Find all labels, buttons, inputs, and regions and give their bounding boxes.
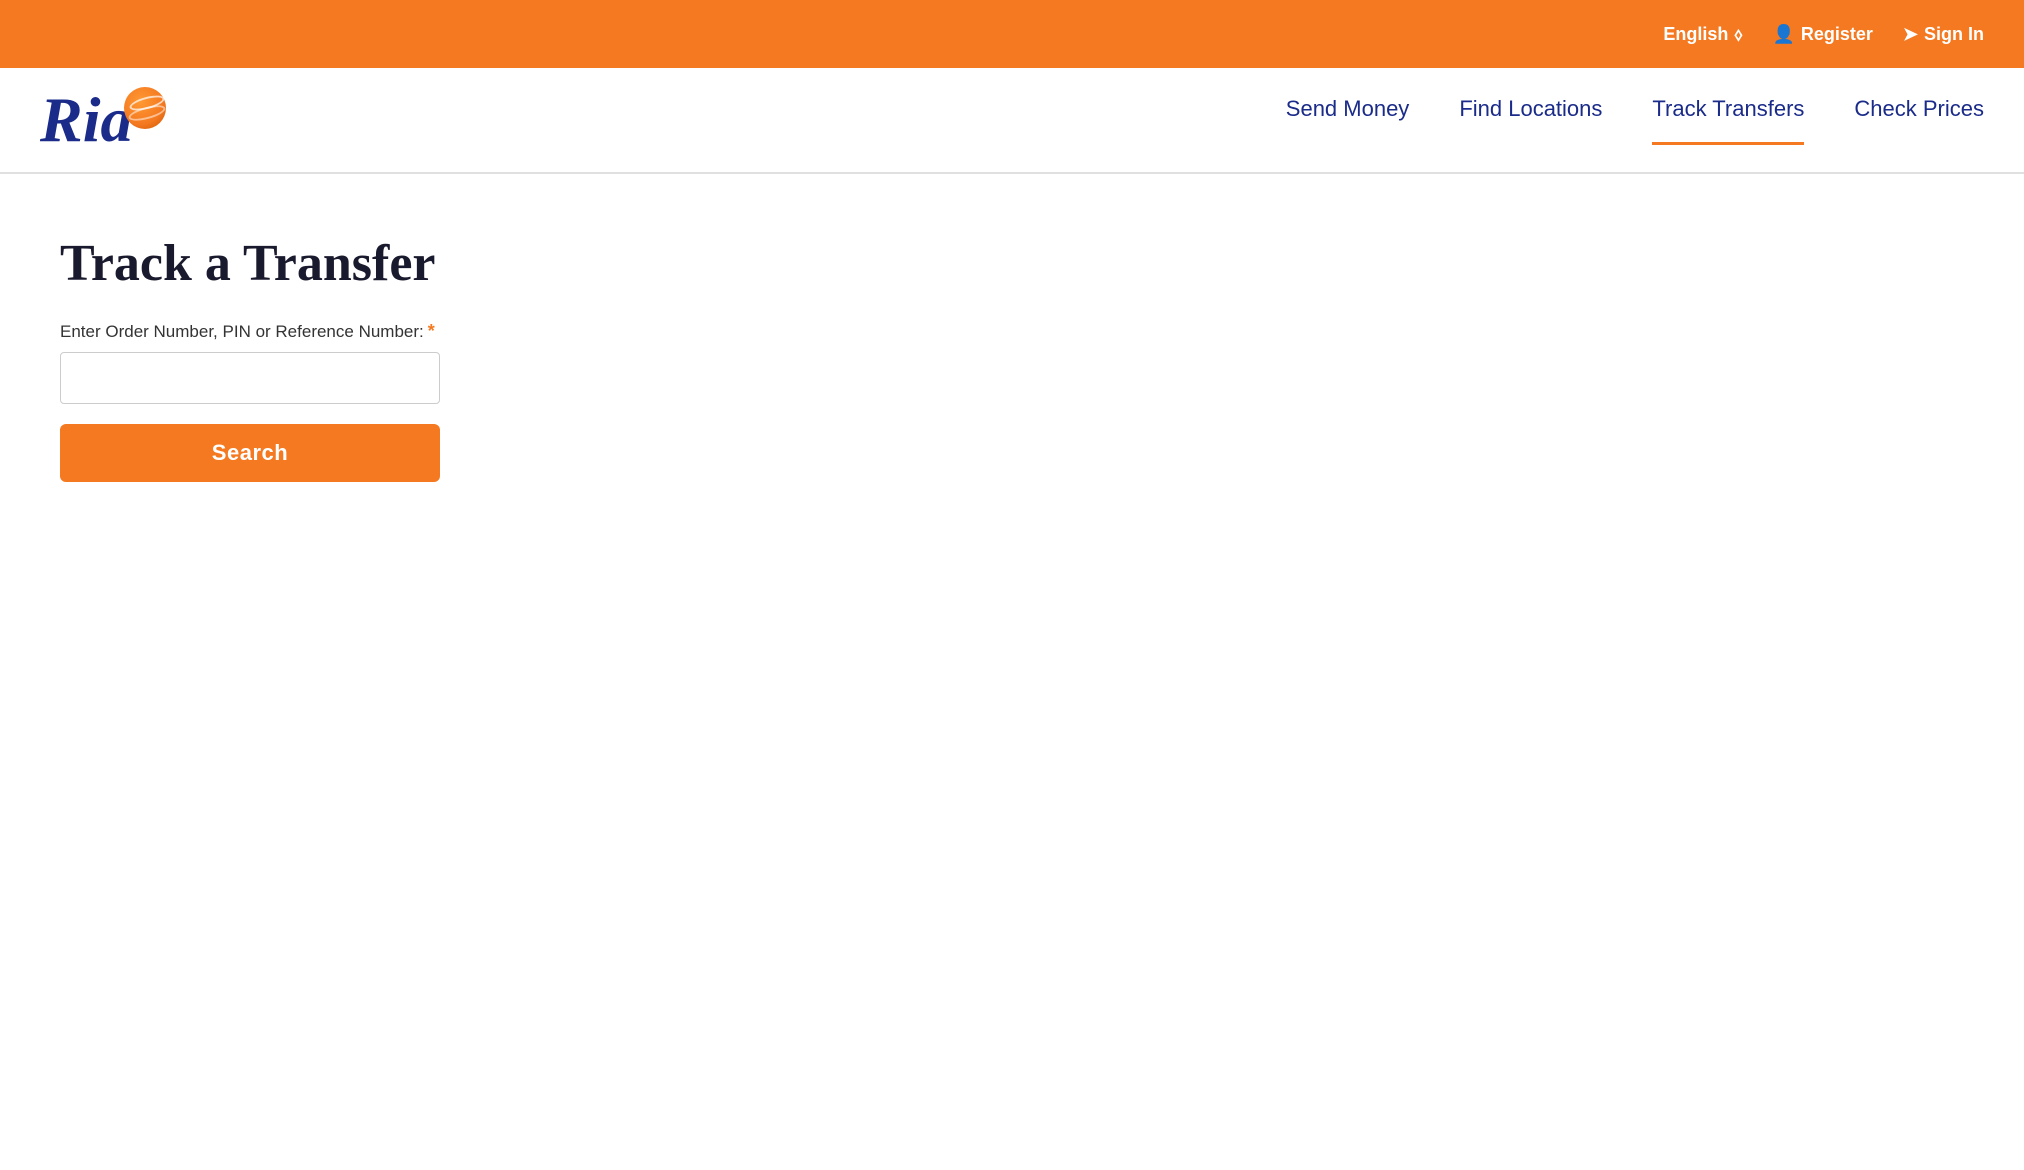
- logo-text: Ria: [40, 88, 132, 152]
- register-icon: 👤: [1772, 24, 1794, 45]
- header-inner: Ria Send Money Find Locations Track Tran…: [40, 88, 1984, 172]
- top-bar: English ⬨ 👤 Register ➤ Sign In: [0, 0, 2024, 68]
- language-arrow-icon: ⬨: [1734, 24, 1742, 45]
- nav-check-prices[interactable]: Check Prices: [1854, 96, 1984, 145]
- main-content: Track a Transfer Enter Order Number, PIN…: [0, 174, 2024, 1170]
- header: Ria Send Money Find Locations Track Tran…: [0, 68, 2024, 174]
- tracking-number-input[interactable]: [60, 352, 440, 404]
- language-selector[interactable]: English ⬨: [1663, 24, 1742, 45]
- register-link[interactable]: 👤 Register: [1772, 24, 1872, 45]
- signin-icon: ➤: [1903, 24, 1918, 45]
- field-label: Enter Order Number, PIN or Reference Num…: [60, 321, 1964, 342]
- main-nav: Send Money Find Locations Track Transfer…: [1286, 96, 1984, 145]
- page-wrapper: English ⬨ 👤 Register ➤ Sign In Ria: [0, 0, 2024, 1170]
- signin-label: Sign In: [1924, 24, 1984, 45]
- logo-wordmark: Ria: [40, 84, 132, 155]
- field-label-text: Enter Order Number, PIN or Reference Num…: [60, 322, 424, 342]
- ball-graphic: [124, 87, 166, 129]
- signin-link[interactable]: ➤ Sign In: [1903, 24, 1984, 45]
- search-button[interactable]: Search: [60, 424, 440, 482]
- nav-find-locations[interactable]: Find Locations: [1459, 96, 1602, 145]
- logo[interactable]: Ria: [40, 88, 166, 152]
- search-button-label: Search: [212, 440, 288, 465]
- page-title: Track a Transfer: [60, 234, 1964, 293]
- required-star: *: [428, 321, 435, 342]
- language-label: English: [1663, 24, 1728, 45]
- nav-send-money[interactable]: Send Money: [1286, 96, 1410, 145]
- nav-track-transfers[interactable]: Track Transfers: [1652, 96, 1804, 145]
- register-label: Register: [1801, 24, 1873, 45]
- logo-ball-icon: [124, 87, 166, 134]
